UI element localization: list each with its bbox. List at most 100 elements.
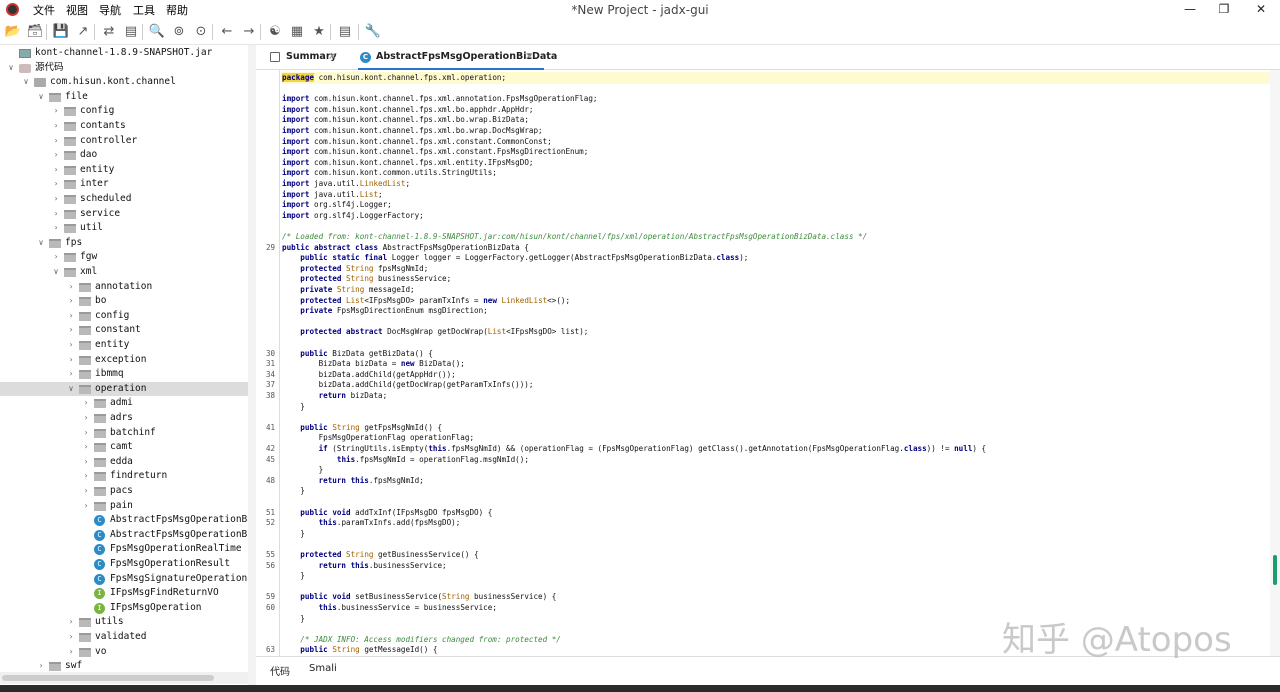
add-files-icon[interactable]: 🗃 <box>26 23 44 41</box>
code-line[interactable]: import com.hisun.kont.channel.fps.xml.bo… <box>282 105 533 116</box>
chevron-right-icon[interactable]: › <box>81 499 91 514</box>
close-window-icon[interactable]: ✕ <box>1251 1 1271 17</box>
close-tab-icon[interactable]: × <box>328 45 336 69</box>
tree-row[interactable]: I IFpsMsgOperation <box>0 601 248 616</box>
chevron-right-icon[interactable]: › <box>66 630 76 645</box>
pane-splitter[interactable] <box>248 45 256 685</box>
code-line[interactable]: package com.hisun.kont.channel.fps.xml.o… <box>282 73 506 84</box>
code-line[interactable]: this.businessService = businessService; <box>282 603 497 614</box>
log-viewer-icon[interactable]: ▤ <box>336 23 354 41</box>
chevron-down-icon[interactable]: ∨ <box>66 382 76 397</box>
tree-row[interactable]: › batchinf <box>0 426 248 441</box>
code-line[interactable]: protected abstract DocMsgWrap getDocWrap… <box>282 327 588 338</box>
tree-row[interactable]: › vo <box>0 645 248 660</box>
chevron-right-icon[interactable]: › <box>51 119 61 134</box>
tab-smali[interactable]: Smali <box>309 663 337 674</box>
maximize-icon[interactable]: ❐ <box>1214 1 1234 17</box>
chevron-right-icon[interactable]: › <box>66 294 76 309</box>
sync-tree-icon[interactable]: ⇄ <box>100 23 118 41</box>
code-line[interactable]: import com.hisun.kont.channel.fps.xml.en… <box>282 158 533 169</box>
code-line[interactable]: public static final Logger logger = Logg… <box>282 253 748 264</box>
chevron-right-icon[interactable]: › <box>51 148 61 163</box>
code-line[interactable]: bizData.addChild(getAppHdr()); <box>282 370 456 381</box>
tree-row[interactable]: kont-channel-1.8.9-SNAPSHOT.jar <box>0 46 248 61</box>
tree-row[interactable]: › inter <box>0 177 248 192</box>
chevron-down-icon[interactable]: ∨ <box>51 265 61 280</box>
close-tab-icon[interactable]: × <box>525 45 533 69</box>
preferences-wrench-icon[interactable]: 🔧 <box>364 23 382 41</box>
code-line[interactable]: protected List<IFpsMsgDO> paramTxInfs = … <box>282 296 570 307</box>
chevron-right-icon[interactable]: › <box>66 645 76 660</box>
tree-scrollbar-thumb[interactable] <box>2 675 214 681</box>
editor-scrollbar-marker[interactable] <box>1273 555 1277 585</box>
tree-row[interactable]: › camt <box>0 440 248 455</box>
tree-row[interactable]: C AbstractFpsMsgOperationBi <box>0 528 248 543</box>
code-line[interactable]: } <box>282 402 305 413</box>
chevron-right-icon[interactable]: › <box>51 104 61 119</box>
search-icon[interactable]: 🔍 <box>148 23 166 41</box>
tree-row[interactable]: ∨ operation <box>0 381 248 397</box>
code-line[interactable]: import org.slf4j.Logger; <box>282 200 392 211</box>
tree-row[interactable]: › edda <box>0 455 248 470</box>
code-line[interactable]: this.fpsMsgNmId = operationFlag.msgNmId(… <box>282 455 529 466</box>
tree-row[interactable]: › bo <box>0 294 248 309</box>
forward-arrow-icon[interactable]: → <box>240 23 258 41</box>
chevron-right-icon[interactable]: › <box>66 280 76 295</box>
chevron-right-icon[interactable]: › <box>51 250 61 265</box>
quark-icon[interactable]: ☯ <box>266 23 284 41</box>
chevron-right-icon[interactable]: › <box>81 469 91 484</box>
code-line[interactable]: import java.util.LinkedList; <box>282 179 410 190</box>
code-line[interactable]: import com.hisun.kont.channel.fps.xml.co… <box>282 137 552 148</box>
code-line[interactable]: } <box>282 465 324 476</box>
code-line[interactable]: public void addTxInf(IFpsMsgDO fpsMsgDO)… <box>282 508 492 519</box>
code-editor[interactable]: 29 30 31 34 37 38 41 42 45 48 51 52 55 56 59 60 63 packa… <box>256 70 1280 656</box>
chevron-right-icon[interactable]: › <box>66 353 76 368</box>
chevron-right-icon[interactable]: › <box>51 207 61 222</box>
chevron-right-icon[interactable]: › <box>81 440 91 455</box>
tree-row[interactable]: › annotation <box>0 280 248 295</box>
code-line[interactable]: private String messageId; <box>282 285 414 296</box>
code-line[interactable]: public String getFpsMsgNmId() { <box>282 423 442 434</box>
tree-row[interactable]: › controller <box>0 134 248 149</box>
tree-row[interactable]: › util <box>0 221 248 236</box>
code-line[interactable]: import com.hisun.kont.channel.fps.xml.bo… <box>282 115 529 126</box>
chevron-right-icon[interactable]: › <box>81 426 91 441</box>
open-file-icon[interactable]: 📂 <box>4 23 22 41</box>
code-line[interactable]: import com.hisun.kont.channel.fps.xml.co… <box>282 147 588 158</box>
code-line[interactable]: protected String businessService; <box>282 274 451 285</box>
chevron-right-icon[interactable]: › <box>51 221 61 236</box>
export-icon[interactable]: ↗ <box>74 23 92 41</box>
tree-row[interactable]: › entity <box>0 338 248 353</box>
chevron-right-icon[interactable]: › <box>51 192 61 207</box>
code-line[interactable]: public String getMessageId() { <box>282 645 437 656</box>
tree-row[interactable]: C AbstractFpsMsgOperationBa <box>0 513 248 528</box>
tree-row[interactable]: › pacs <box>0 484 248 499</box>
code-line[interactable]: FpsMsgOperationFlag operationFlag; <box>282 433 474 444</box>
chevron-right-icon[interactable]: › <box>66 367 76 382</box>
code-line[interactable]: BizData bizData = new BizData(); <box>282 359 465 370</box>
chevron-right-icon[interactable]: › <box>81 455 91 470</box>
code-line[interactable]: } <box>282 529 305 540</box>
chevron-right-icon[interactable]: › <box>81 396 91 411</box>
code-line[interactable]: public void setBusinessService(String bu… <box>282 592 556 603</box>
code-line[interactable]: return this.fpsMsgNmId; <box>282 476 424 487</box>
code-line[interactable]: bizData.addChild(getDocWrap(getParamTxIn… <box>282 380 534 391</box>
save-icon[interactable]: 💾 <box>52 23 70 41</box>
tree-row[interactable]: › validated <box>0 630 248 645</box>
tree-row[interactable]: › adrs <box>0 411 248 426</box>
code-line[interactable]: import java.util.List; <box>282 190 383 201</box>
chevron-right-icon[interactable]: › <box>51 134 61 149</box>
tab-summary[interactable]: Summary × <box>270 45 354 70</box>
tab-code[interactable]: 代码 <box>270 663 290 678</box>
tree-row[interactable]: › utils <box>0 615 248 630</box>
tree-row[interactable]: ∨ file <box>0 90 248 105</box>
find-usage-icon[interactable]: ⊙ <box>192 23 210 41</box>
code-line[interactable]: } <box>282 486 305 497</box>
code-line[interactable]: if (StringUtils.isEmpty(this.fpsMsgNmId)… <box>282 444 987 455</box>
chevron-right-icon[interactable]: › <box>66 323 76 338</box>
find-class-icon[interactable]: ⊚ <box>170 23 188 41</box>
code-line[interactable]: public BizData getBizData() { <box>282 349 433 360</box>
chevron-right-icon[interactable]: › <box>66 615 76 630</box>
chevron-down-icon[interactable]: ∨ <box>36 90 46 105</box>
code-line[interactable]: protected String getBusinessService() { <box>282 550 478 561</box>
